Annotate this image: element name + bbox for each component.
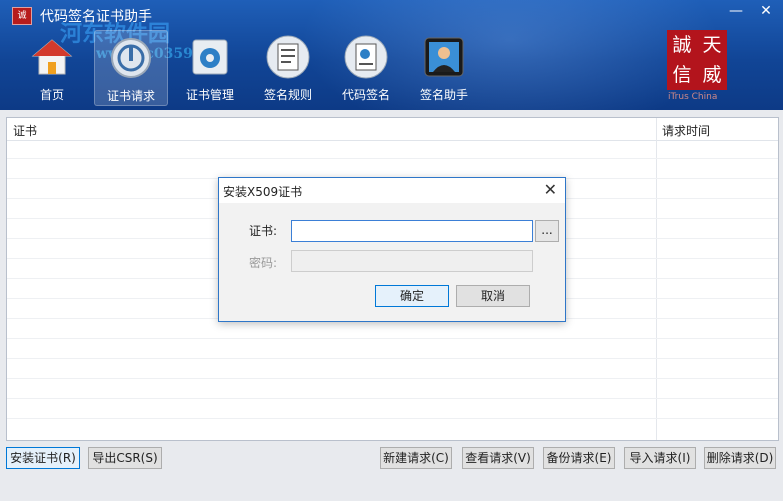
cancel-button[interactable]: 取消 xyxy=(456,285,530,307)
column-header-request-time[interactable]: 请求时间 xyxy=(662,122,710,139)
toolbar-label-cert-manage: 证书管理 xyxy=(185,88,234,102)
toolbar-item-code-sign[interactable]: 代码签名 xyxy=(330,30,402,104)
install-cert-dialog: 安装X509证书 ✕ 证书: ... 密码: 确定 取消 xyxy=(218,177,566,322)
view-request-button[interactable]: 查看请求(V) xyxy=(462,447,534,469)
password-input[interactable] xyxy=(291,250,533,272)
column-divider xyxy=(656,118,657,440)
password-label: 密码: xyxy=(249,256,278,270)
grid-line xyxy=(7,418,778,419)
import-request-button[interactable]: 导入请求(I) xyxy=(624,447,696,469)
grid-line xyxy=(7,158,778,159)
logo-char-2: 天 xyxy=(702,34,722,56)
toolbar-item-sign-assistant[interactable]: 签名助手 xyxy=(408,30,480,104)
bottom-action-bar: 安装证书(R) 导出CSR(S) 新建请求(C) 查看请求(V) 备份请求(E)… xyxy=(0,444,783,474)
backup-request-button[interactable]: 备份请求(E) xyxy=(543,447,615,469)
install-cert-button[interactable]: 安装证书(R) xyxy=(6,447,80,469)
toolbar-label-sign-rules: 签名规则 xyxy=(263,88,312,102)
itrus-logo: 誠 天 信 威 xyxy=(667,30,727,90)
grid-line xyxy=(7,398,778,399)
toolbar-label-cert-request: 证书请求 xyxy=(106,89,155,103)
toolbar-item-cert-manage[interactable]: 证书管理 xyxy=(174,30,246,104)
grid-line xyxy=(7,378,778,379)
main-toolbar: 首页 证书请求 证书管理 签名规则 代码签名 签名助手 xyxy=(16,30,486,106)
toolbar-label-home: 首页 xyxy=(39,88,64,102)
browse-button[interactable]: ... xyxy=(535,220,559,242)
cert-label: 证书: xyxy=(249,224,278,238)
delete-request-button[interactable]: 删除请求(D) xyxy=(704,447,776,469)
code-sign-icon xyxy=(344,35,388,79)
document-rules-icon xyxy=(266,35,310,79)
column-header-certificate[interactable]: 证书 xyxy=(13,122,37,139)
toolbar-item-cert-request[interactable]: 证书请求 xyxy=(94,30,168,106)
logo-char-3: 信 xyxy=(672,64,692,86)
header-banner: 诚 代码签名证书助手 河东软件园 www.pc0359.cn — ✕ 首页 证书… xyxy=(0,0,783,110)
grid-line xyxy=(7,358,778,359)
window-controls: — ✕ xyxy=(725,2,777,20)
toolbar-item-home[interactable]: 首页 xyxy=(16,30,88,104)
gear-folder-icon xyxy=(192,39,228,75)
grid-line xyxy=(7,338,778,339)
logo-subtitle: iTrus China xyxy=(668,92,718,102)
ok-button[interactable]: 确定 xyxy=(375,285,449,307)
assistant-icon xyxy=(424,37,464,77)
status-bar xyxy=(0,476,783,501)
dialog-title-bar: 安装X509证书 ✕ xyxy=(219,178,565,203)
toolbar-item-sign-rules[interactable]: 签名规则 xyxy=(252,30,324,104)
logo-char-1: 誠 xyxy=(672,34,692,56)
minimize-button[interactable]: — xyxy=(725,2,747,20)
close-button[interactable]: ✕ xyxy=(755,2,777,20)
dialog-close-icon[interactable]: ✕ xyxy=(544,180,557,199)
export-csr-button[interactable]: 导出CSR(S) xyxy=(88,447,162,469)
certificate-request-icon xyxy=(111,38,151,78)
logo-char-4: 威 xyxy=(702,64,722,86)
dialog-title: 安装X509证书 xyxy=(223,185,303,199)
cert-path-input[interactable] xyxy=(291,220,533,242)
new-request-button[interactable]: 新建请求(C) xyxy=(380,447,452,469)
toolbar-label-sign-assistant: 签名助手 xyxy=(419,88,468,102)
app-icon: 诚 xyxy=(12,7,32,25)
home-icon xyxy=(31,39,73,75)
toolbar-label-code-sign: 代码签名 xyxy=(341,88,390,102)
list-header: 证书 请求时间 xyxy=(7,118,778,141)
